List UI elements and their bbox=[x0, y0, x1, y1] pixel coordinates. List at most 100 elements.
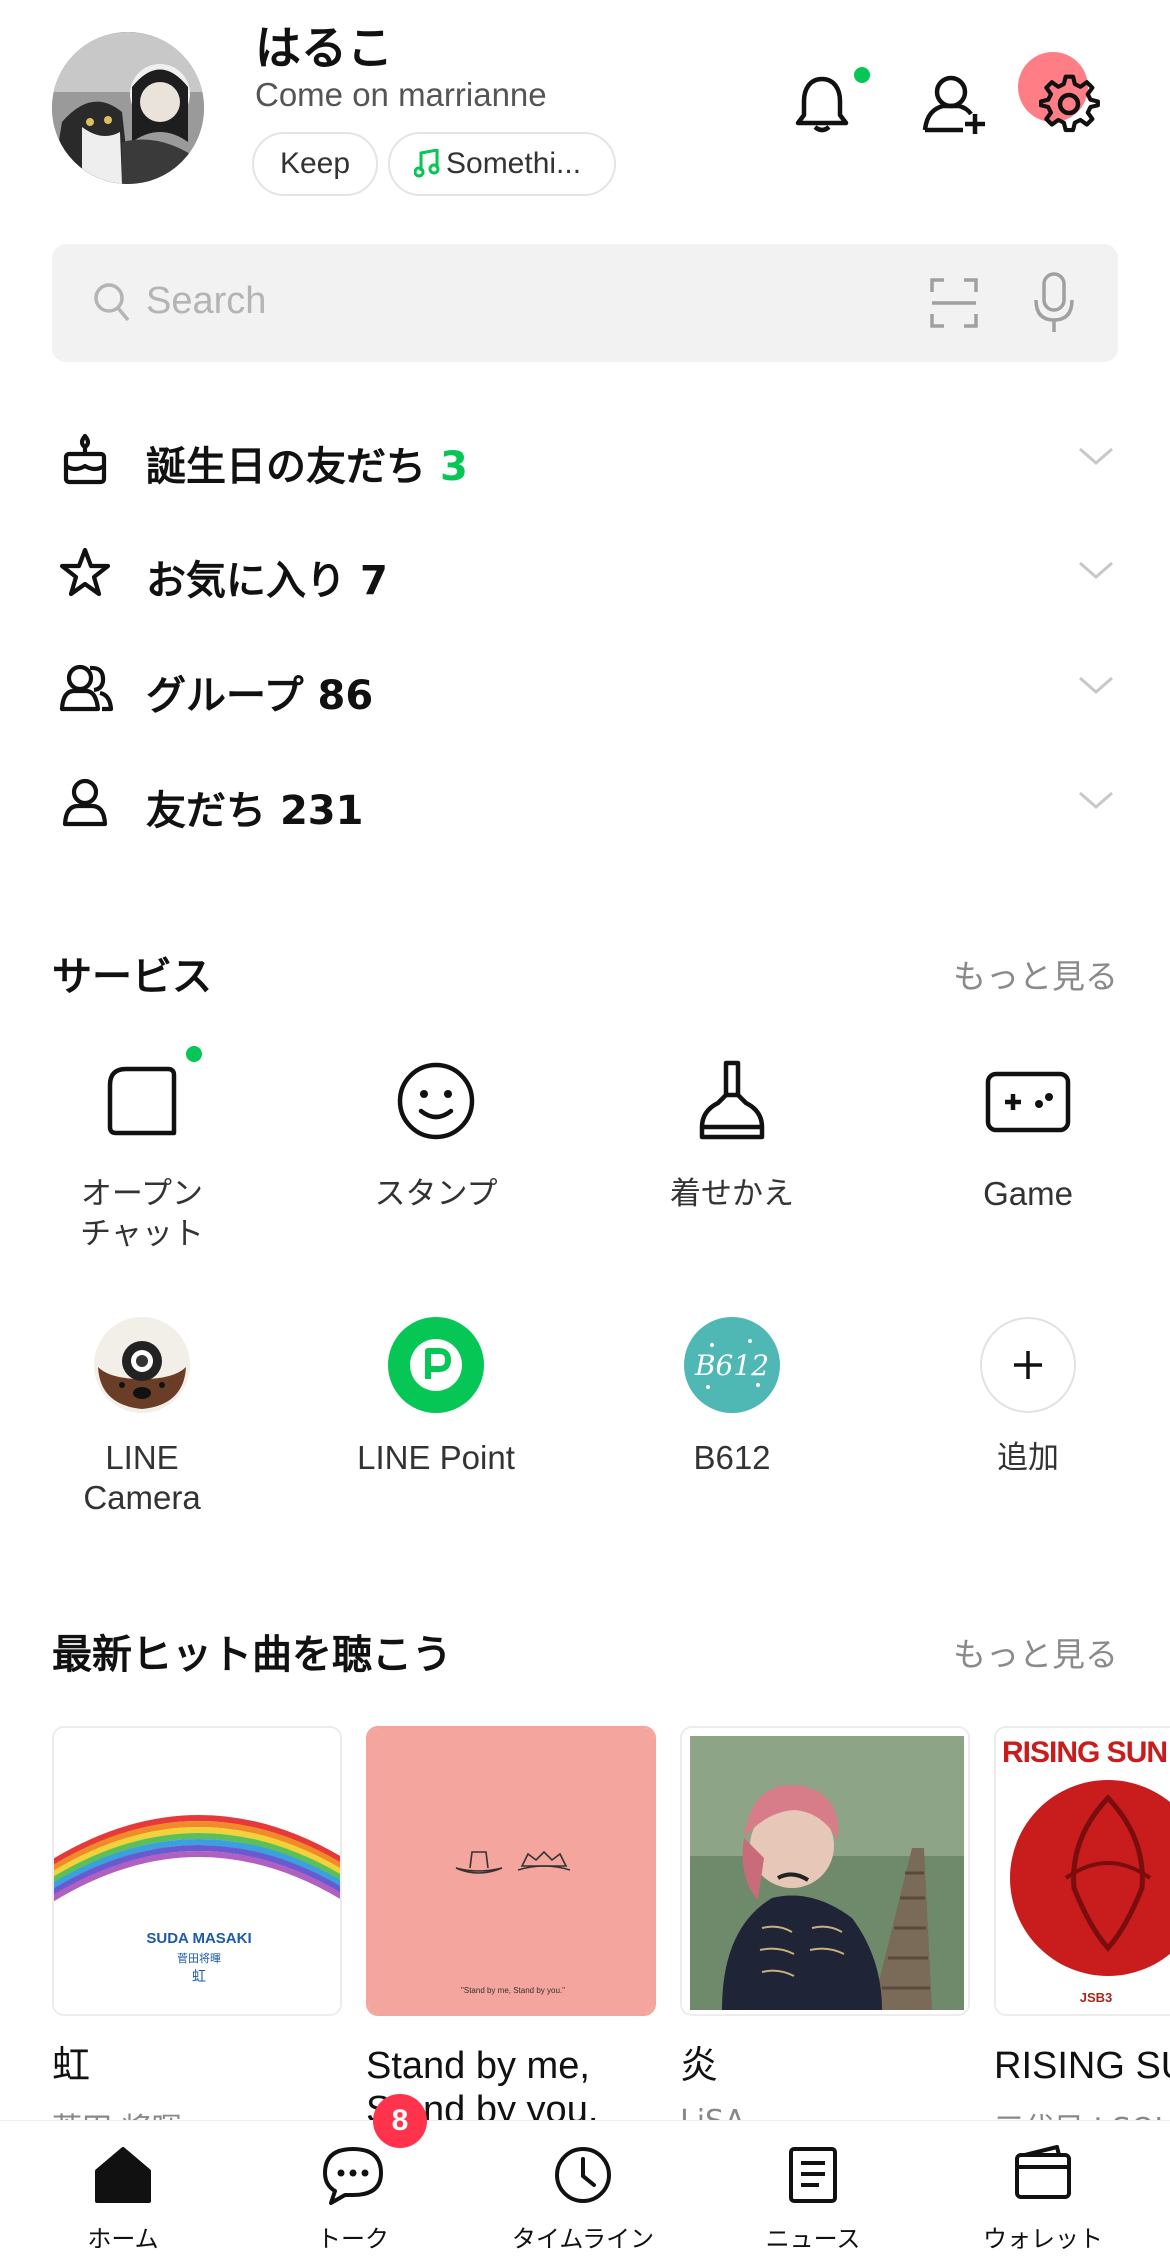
profile-name[interactable]: はるこ bbox=[255, 12, 393, 78]
bottom-navigation: ホーム トーク タイムライン ニュース ウォレット bbox=[0, 2120, 1170, 2262]
favorites-section[interactable]: お気に入り 7 bbox=[0, 526, 1170, 616]
service-label: LINE bbox=[105, 1439, 179, 1476]
music-note-icon bbox=[414, 149, 440, 179]
new-badge-dot bbox=[186, 1046, 202, 1062]
chat-icon bbox=[321, 2143, 385, 2207]
nav-talk[interactable]: トーク bbox=[236, 2121, 470, 2262]
clock-icon bbox=[551, 2143, 615, 2207]
b612-icon: B612 bbox=[677, 1310, 787, 1420]
cover-text: JSB3 bbox=[1079, 1990, 1113, 2005]
service-add[interactable]: 追加 bbox=[918, 1310, 1138, 1478]
profile-header: はるこ Come on marrianne Keep Somethi... bbox=[0, 0, 1170, 230]
service-label: オープン bbox=[80, 1176, 204, 1212]
nav-label: ニュース bbox=[765, 2225, 861, 2253]
section-label: 誕生日の友だち bbox=[146, 444, 426, 490]
track-title[interactable]: 虹 bbox=[52, 2044, 90, 2088]
service-theme[interactable]: 着せかえ bbox=[622, 1046, 842, 1214]
friends-section[interactable]: 友だち 231 bbox=[0, 756, 1170, 846]
section-count: 86 bbox=[317, 673, 374, 719]
service-open-chat[interactable]: オープン チャット bbox=[32, 1046, 252, 1254]
birthday-friends-section[interactable]: 誕生日の友だち 3 bbox=[0, 412, 1170, 502]
search-placeholder: Search bbox=[146, 280, 267, 322]
line-camera-icon bbox=[87, 1310, 197, 1420]
groups-section[interactable]: グループ 86 bbox=[0, 641, 1170, 731]
theme-brush-icon bbox=[677, 1046, 787, 1156]
album-cover-niji[interactable]: SUDA MASAKI 菅田将暉 虹 bbox=[52, 1726, 342, 2016]
track-title[interactable]: RISING SUN TO THE SKY bbox=[994, 2044, 1170, 2088]
section-label: お気に入り bbox=[146, 558, 346, 604]
svg-text:B612: B612 bbox=[694, 1349, 769, 1382]
sticker-icon bbox=[381, 1046, 491, 1156]
news-icon bbox=[781, 2143, 845, 2207]
unread-count-badge: 8 bbox=[373, 2094, 427, 2148]
service-line-point[interactable]: LINE Point bbox=[326, 1310, 546, 1478]
service-label: 着せかえ bbox=[670, 1176, 794, 1212]
nav-label: タイムライン bbox=[511, 2225, 655, 2253]
service-label: 追加 bbox=[997, 1440, 1059, 1476]
nav-wallet[interactable]: ウォレット bbox=[926, 2121, 1160, 2262]
service-label-line2: チャット bbox=[80, 1216, 204, 1252]
chevron-down-icon bbox=[1078, 675, 1114, 701]
star-icon bbox=[58, 546, 112, 600]
search-bar[interactable]: Search bbox=[52, 244, 1118, 362]
cake-icon bbox=[58, 432, 112, 486]
track-title[interactable]: 炎 bbox=[680, 2044, 718, 2088]
friend-icon bbox=[58, 776, 112, 830]
bell-icon[interactable] bbox=[782, 64, 862, 144]
nav-home[interactable]: ホーム bbox=[6, 2121, 240, 2262]
chevron-down-icon bbox=[1078, 790, 1114, 816]
nav-label: ホーム bbox=[87, 2225, 159, 2253]
game-controller-icon bbox=[973, 1046, 1083, 1156]
music-title: 最新ヒット曲を聴こう bbox=[52, 1632, 452, 1678]
cover-text: 菅田将暉 bbox=[177, 1952, 221, 1965]
wallet-icon bbox=[1011, 2143, 1075, 2207]
settings-icon[interactable] bbox=[1030, 64, 1110, 144]
notification-dot bbox=[854, 67, 870, 83]
album-cover-stand-by-me[interactable]: "Stand by me, Stand by you." bbox=[366, 1726, 656, 2016]
service-label: B612 bbox=[693, 1439, 771, 1476]
line-point-icon bbox=[381, 1310, 491, 1420]
profile-bgm-button[interactable]: Somethi... bbox=[388, 132, 616, 196]
service-label: Game bbox=[983, 1175, 1073, 1212]
search-icon bbox=[92, 280, 132, 328]
service-label: LINE Point bbox=[357, 1439, 515, 1476]
service-label-line2: Camera bbox=[83, 1479, 201, 1516]
nav-timeline[interactable]: タイムライン bbox=[466, 2121, 700, 2262]
service-game[interactable]: Game bbox=[918, 1046, 1138, 1214]
cover-text: SUDA MASAKI bbox=[146, 1930, 252, 1947]
nav-news[interactable]: ニュース bbox=[696, 2121, 930, 2262]
profile-avatar[interactable] bbox=[52, 32, 204, 184]
microphone-icon[interactable] bbox=[1032, 272, 1076, 338]
chevron-down-icon bbox=[1078, 446, 1114, 472]
open-chat-icon bbox=[87, 1046, 197, 1156]
section-count: 7 bbox=[359, 558, 388, 604]
section-label: グループ bbox=[146, 673, 304, 719]
service-sticker[interactable]: スタンプ bbox=[326, 1046, 546, 1214]
service-label: スタンプ bbox=[374, 1176, 498, 1212]
section-label: 友だち bbox=[146, 788, 266, 834]
plus-icon bbox=[973, 1310, 1083, 1420]
home-icon bbox=[91, 2143, 155, 2207]
status-message[interactable]: Come on marrianne bbox=[255, 76, 547, 114]
music-more-link[interactable]: もっと見る bbox=[953, 1628, 1118, 1676]
cover-text: "Stand by me, Stand by you." bbox=[461, 1986, 565, 1995]
keep-button[interactable]: Keep bbox=[252, 132, 378, 196]
cover-text: RISING SUN TO T bbox=[1002, 1736, 1170, 1769]
group-icon bbox=[58, 661, 114, 715]
section-count: 3 bbox=[439, 444, 468, 490]
section-count: 231 bbox=[279, 788, 364, 834]
cover-text: 虹 bbox=[192, 1969, 206, 1985]
track-title-line1: Stand by me, bbox=[366, 2045, 590, 2087]
chevron-down-icon bbox=[1078, 560, 1114, 586]
nav-label: ウォレット bbox=[983, 2225, 1103, 2253]
qr-scan-icon[interactable] bbox=[930, 278, 978, 332]
service-b612[interactable]: B612 B612 bbox=[622, 1310, 842, 1478]
bgm-label: Somethi... bbox=[446, 147, 582, 180]
add-friend-icon[interactable] bbox=[915, 64, 995, 144]
nav-label: トーク bbox=[317, 2225, 389, 2253]
album-cover-rising-sun[interactable]: RISING SUN TO T JSB3 bbox=[994, 1726, 1170, 2016]
services-title: サービス bbox=[52, 954, 212, 1000]
service-line-camera[interactable]: LINE Camera bbox=[32, 1310, 252, 1518]
album-cover-homura[interactable] bbox=[680, 1726, 970, 2016]
services-more-link[interactable]: もっと見る bbox=[953, 950, 1118, 998]
